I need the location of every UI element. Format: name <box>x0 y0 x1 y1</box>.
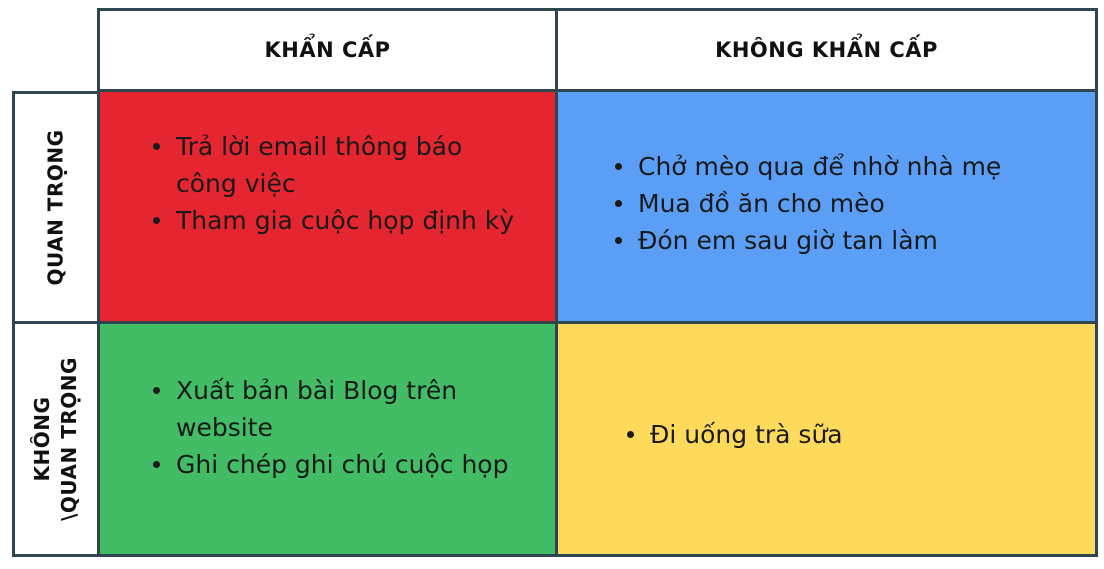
column-header-not-urgent-label: KHÔNG KHẨN CẤP <box>715 38 938 62</box>
list-item: Đi uống trà sữa <box>624 416 1075 453</box>
list-item: Tham gia cuộc họp định kỳ <box>150 202 515 239</box>
column-header-urgent-label: KHẨN CẤP <box>264 38 391 62</box>
row-header-not-important-line1: KHÔNG <box>30 396 54 482</box>
quadrant-urgent-not-important-list: Xuất bản bài Blog trên website Ghi chép … <box>150 372 515 483</box>
row-header-important: QUAN TRỌNG <box>12 91 100 324</box>
row-header-important-label: QUAN TRỌNG <box>43 129 68 286</box>
list-item: Xuất bản bài Blog trên website <box>150 372 515 446</box>
column-header-not-urgent: KHÔNG KHẨN CẤP <box>555 8 1098 92</box>
row-header-not-important: KHÔNG \QUAN TRỌNG <box>12 321 100 557</box>
quadrant-not-urgent-important: Chở mèo qua để nhờ nhà mẹ Mua đồ ăn cho … <box>555 89 1098 324</box>
list-item: Mua đồ ăn cho mèo <box>612 185 1075 222</box>
quadrant-not-urgent-important-list: Chở mèo qua để nhờ nhà mẹ Mua đồ ăn cho … <box>612 148 1075 259</box>
quadrant-urgent-important: Trả lời email thông báo công việc Tham g… <box>97 89 558 324</box>
column-header-urgent: KHẨN CẤP <box>97 8 558 92</box>
list-item: Chở mèo qua để nhờ nhà mẹ <box>612 148 1075 185</box>
list-item: Ghi chép ghi chú cuộc họp <box>150 446 515 483</box>
row-header-not-important-line2: \QUAN TRỌNG <box>57 357 81 521</box>
quadrant-not-urgent-not-important-list: Đi uống trà sữa <box>624 416 1075 453</box>
list-item: Trả lời email thông báo công việc <box>150 128 515 202</box>
quadrant-not-urgent-not-important: Đi uống trà sữa <box>555 321 1098 557</box>
quadrant-urgent-not-important: Xuất bản bài Blog trên website Ghi chép … <box>97 321 558 557</box>
list-item: Đón em sau giờ tan làm <box>612 222 1075 259</box>
quadrant-urgent-important-list: Trả lời email thông báo công việc Tham g… <box>150 128 515 239</box>
